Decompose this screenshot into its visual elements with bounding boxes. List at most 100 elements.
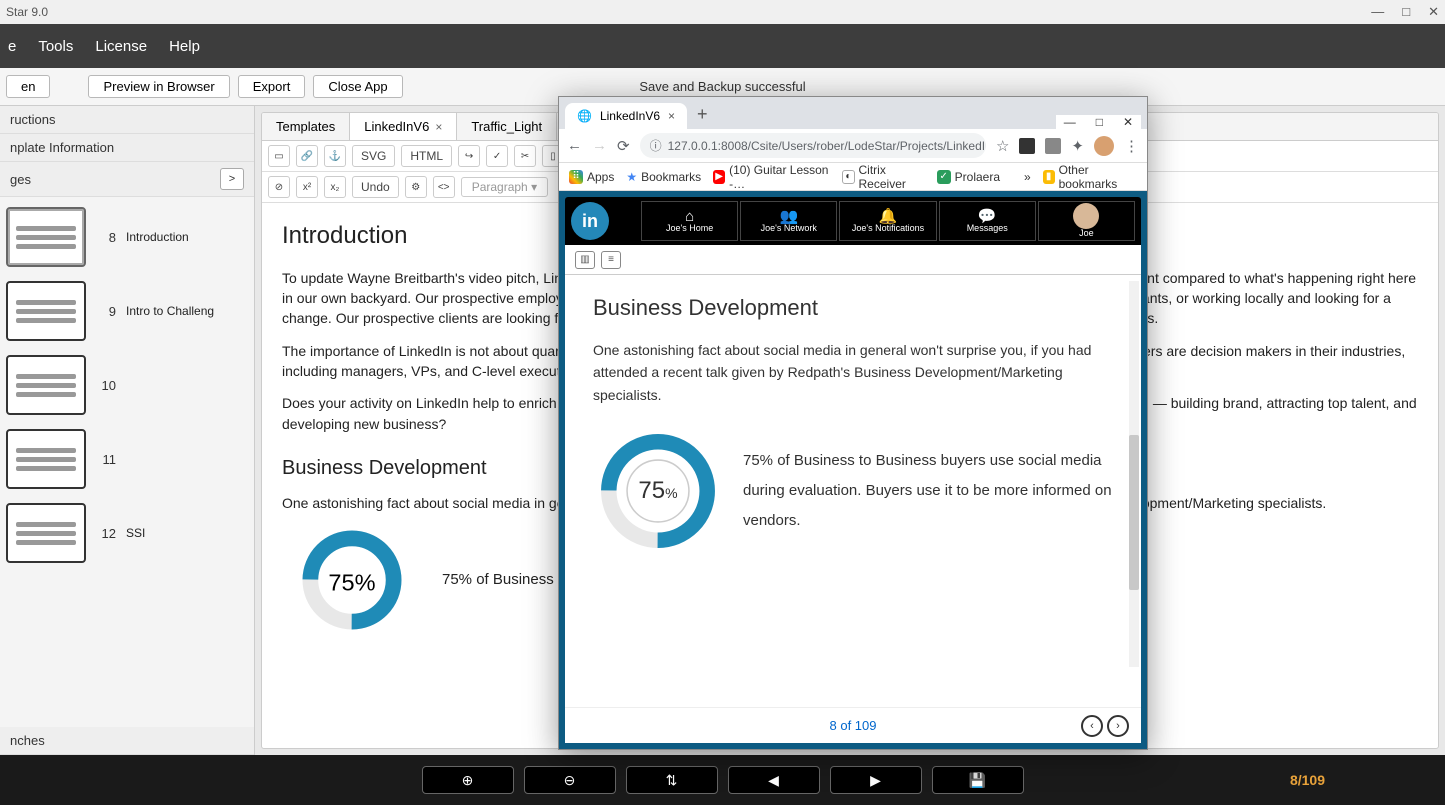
guitar-bookmark[interactable]: ▶(10) Guitar Lesson -… <box>713 163 830 191</box>
scrollbar-thumb[interactable] <box>1129 435 1139 589</box>
network-icon: 👥 <box>779 209 798 224</box>
page-row[interactable]: 11 <box>4 425 250 493</box>
menu-license[interactable]: License <box>95 38 147 55</box>
new-tab-icon[interactable]: + <box>697 104 708 129</box>
page-thumb[interactable] <box>6 207 86 267</box>
panel-head-pages[interactable]: ges > <box>0 162 254 197</box>
page-count: 8/109 <box>1290 772 1325 788</box>
page-thumb[interactable] <box>6 281 86 341</box>
browser-minimize-icon[interactable]: — <box>1064 115 1076 129</box>
undo-button[interactable]: Undo <box>352 176 399 198</box>
bell-icon: 🔔 <box>879 209 898 224</box>
page-row[interactable]: 9 Intro to Challeng <box>4 277 250 345</box>
browser-tab[interactable]: 🌐 LinkedInV6 × <box>565 103 687 129</box>
ext2-icon[interactable] <box>1045 138 1061 154</box>
forward-icon[interactable]: → <box>592 137 607 154</box>
browser-content: in ⌂Joe's Home 👥Joe's Network 🔔Joe's Not… <box>559 191 1147 749</box>
stat-text: 75% of Business to Business buyers use s… <box>743 446 1113 536</box>
panel-head-template-info[interactable]: nplate Information <box>0 134 254 162</box>
sort-button[interactable]: ⇅ <box>626 766 718 794</box>
zoom-out-button[interactable]: ⊖ <box>524 766 616 794</box>
more-bookmarks-icon[interactable]: » <box>1024 170 1031 184</box>
tool-icon[interactable]: ▭ <box>268 145 290 167</box>
stat-row: 75% 75% of Business to Business buyers u… <box>593 426 1113 556</box>
next-page-icon[interactable]: › <box>1107 715 1129 737</box>
redo-icon[interactable]: ↪ <box>458 145 480 167</box>
donut-chart: 75% <box>593 426 723 556</box>
nav-messages[interactable]: 💬Messages <box>939 201 1036 241</box>
home-icon: ⌂ <box>685 209 694 224</box>
menu-file[interactable]: e <box>8 38 16 55</box>
zoom-in-button[interactable]: ⊕ <box>422 766 514 794</box>
back-icon[interactable]: ← <box>567 137 582 154</box>
link-icon[interactable]: 🔗 <box>296 145 318 167</box>
anchor-icon[interactable]: ⚓ <box>324 145 346 167</box>
close-icon[interactable]: ✕ <box>1428 4 1439 20</box>
panel-head-instructions[interactable]: ructions <box>0 106 254 134</box>
tab-templates[interactable]: Templates <box>262 113 350 140</box>
gear-icon[interactable]: ⚙ <box>405 176 427 198</box>
course-page[interactable]: Business Development One astonishing fac… <box>565 275 1141 707</box>
menu-tools[interactable]: Tools <box>38 38 73 55</box>
url-input[interactable]: ⓘ 127.0.0.1:8008/Csite/Users/rober/LodeS… <box>640 133 986 158</box>
cut-icon[interactable]: ✂ <box>514 145 536 167</box>
prev-page-icon[interactable]: ‹ <box>1081 715 1103 737</box>
browser-maximize-icon[interactable]: □ <box>1096 115 1103 129</box>
nav-network[interactable]: 👥Joe's Network <box>740 201 837 241</box>
page-row[interactable]: 8 Introduction <box>4 203 250 271</box>
subscript-button[interactable]: x₂ <box>324 176 346 198</box>
close-app-button[interactable]: Close App <box>313 75 402 98</box>
paragraph-select[interactable]: Paragraph ▾ <box>461 177 548 197</box>
page-thumb[interactable] <box>6 355 86 415</box>
tab-linkedinv6[interactable]: LinkedInV6× <box>350 113 457 140</box>
code-icon[interactable]: <> <box>433 176 455 198</box>
nav-me[interactable]: Joe <box>1038 201 1135 241</box>
prolaera-bookmark[interactable]: ✓Prolaera <box>937 170 1000 184</box>
check-icon[interactable]: ✓ <box>486 145 508 167</box>
profile-avatar-icon[interactable] <box>1094 136 1114 156</box>
page-row[interactable]: 12 SSI <box>4 499 250 567</box>
other-bookmarks[interactable]: ▮Other bookmarks <box>1043 163 1137 191</box>
ext1-icon[interactable] <box>1019 138 1035 154</box>
citrix-bookmark[interactable]: ◐Citrix Receiver <box>842 163 924 191</box>
page-list[interactable]: 8 Introduction 9 Intro to Challeng 10 11… <box>0 197 254 727</box>
prev-button[interactable]: ◀ <box>728 766 820 794</box>
page-label: SSI <box>126 526 145 540</box>
preview-button[interactable]: Preview in Browser <box>88 75 229 98</box>
nav-home[interactable]: ⌂Joe's Home <box>641 201 738 241</box>
maximize-icon[interactable]: □ <box>1402 4 1410 20</box>
panel-head-branches[interactable]: nches <box>0 727 254 755</box>
linkedin-logo-icon[interactable]: in <box>571 202 609 240</box>
superscript-button[interactable]: x² <box>296 176 318 198</box>
view-split-icon[interactable]: ▥ <box>575 251 595 269</box>
avatar-icon <box>1073 203 1099 229</box>
nav-notifications[interactable]: 🔔Joe's Notifications <box>839 201 936 241</box>
menu-icon[interactable]: ⋮ <box>1124 137 1139 155</box>
next-button[interactable]: ▶ <box>830 766 922 794</box>
scrollbar[interactable] <box>1129 281 1139 667</box>
svg-button[interactable]: SVG <box>352 145 395 167</box>
browser-close-icon[interactable]: ✕ <box>1123 115 1133 129</box>
extensions-icon[interactable]: ✦ <box>1071 137 1084 155</box>
tab-close-icon[interactable]: × <box>668 109 675 123</box>
linkedin-nav: in ⌂Joe's Home 👥Joe's Network 🔔Joe's Not… <box>565 197 1141 245</box>
page-thumb[interactable] <box>6 503 86 563</box>
html-button[interactable]: HTML <box>401 145 452 167</box>
chat-icon: 💬 <box>978 209 997 224</box>
apps-bookmark[interactable]: ⠿Apps <box>569 170 614 184</box>
minimize-icon[interactable]: — <box>1371 4 1384 20</box>
goto-button[interactable]: > <box>220 168 244 190</box>
tab-close-icon[interactable]: × <box>435 120 442 134</box>
tab-traffic-light[interactable]: Traffic_Light <box>457 113 557 140</box>
view-list-icon[interactable]: ≡ <box>601 251 621 269</box>
save-button[interactable]: 💾 <box>932 766 1024 794</box>
lang-button[interactable]: en <box>6 75 50 98</box>
star-icon[interactable]: ☆ <box>996 137 1009 155</box>
page-row[interactable]: 10 <box>4 351 250 419</box>
reload-icon[interactable]: ⟳ <box>617 137 630 155</box>
menu-help[interactable]: Help <box>169 38 200 55</box>
bookmarks-bookmark[interactable]: ★Bookmarks <box>626 170 701 184</box>
page-thumb[interactable] <box>6 429 86 489</box>
export-button[interactable]: Export <box>238 75 306 98</box>
clear-icon[interactable]: ⊘ <box>268 176 290 198</box>
